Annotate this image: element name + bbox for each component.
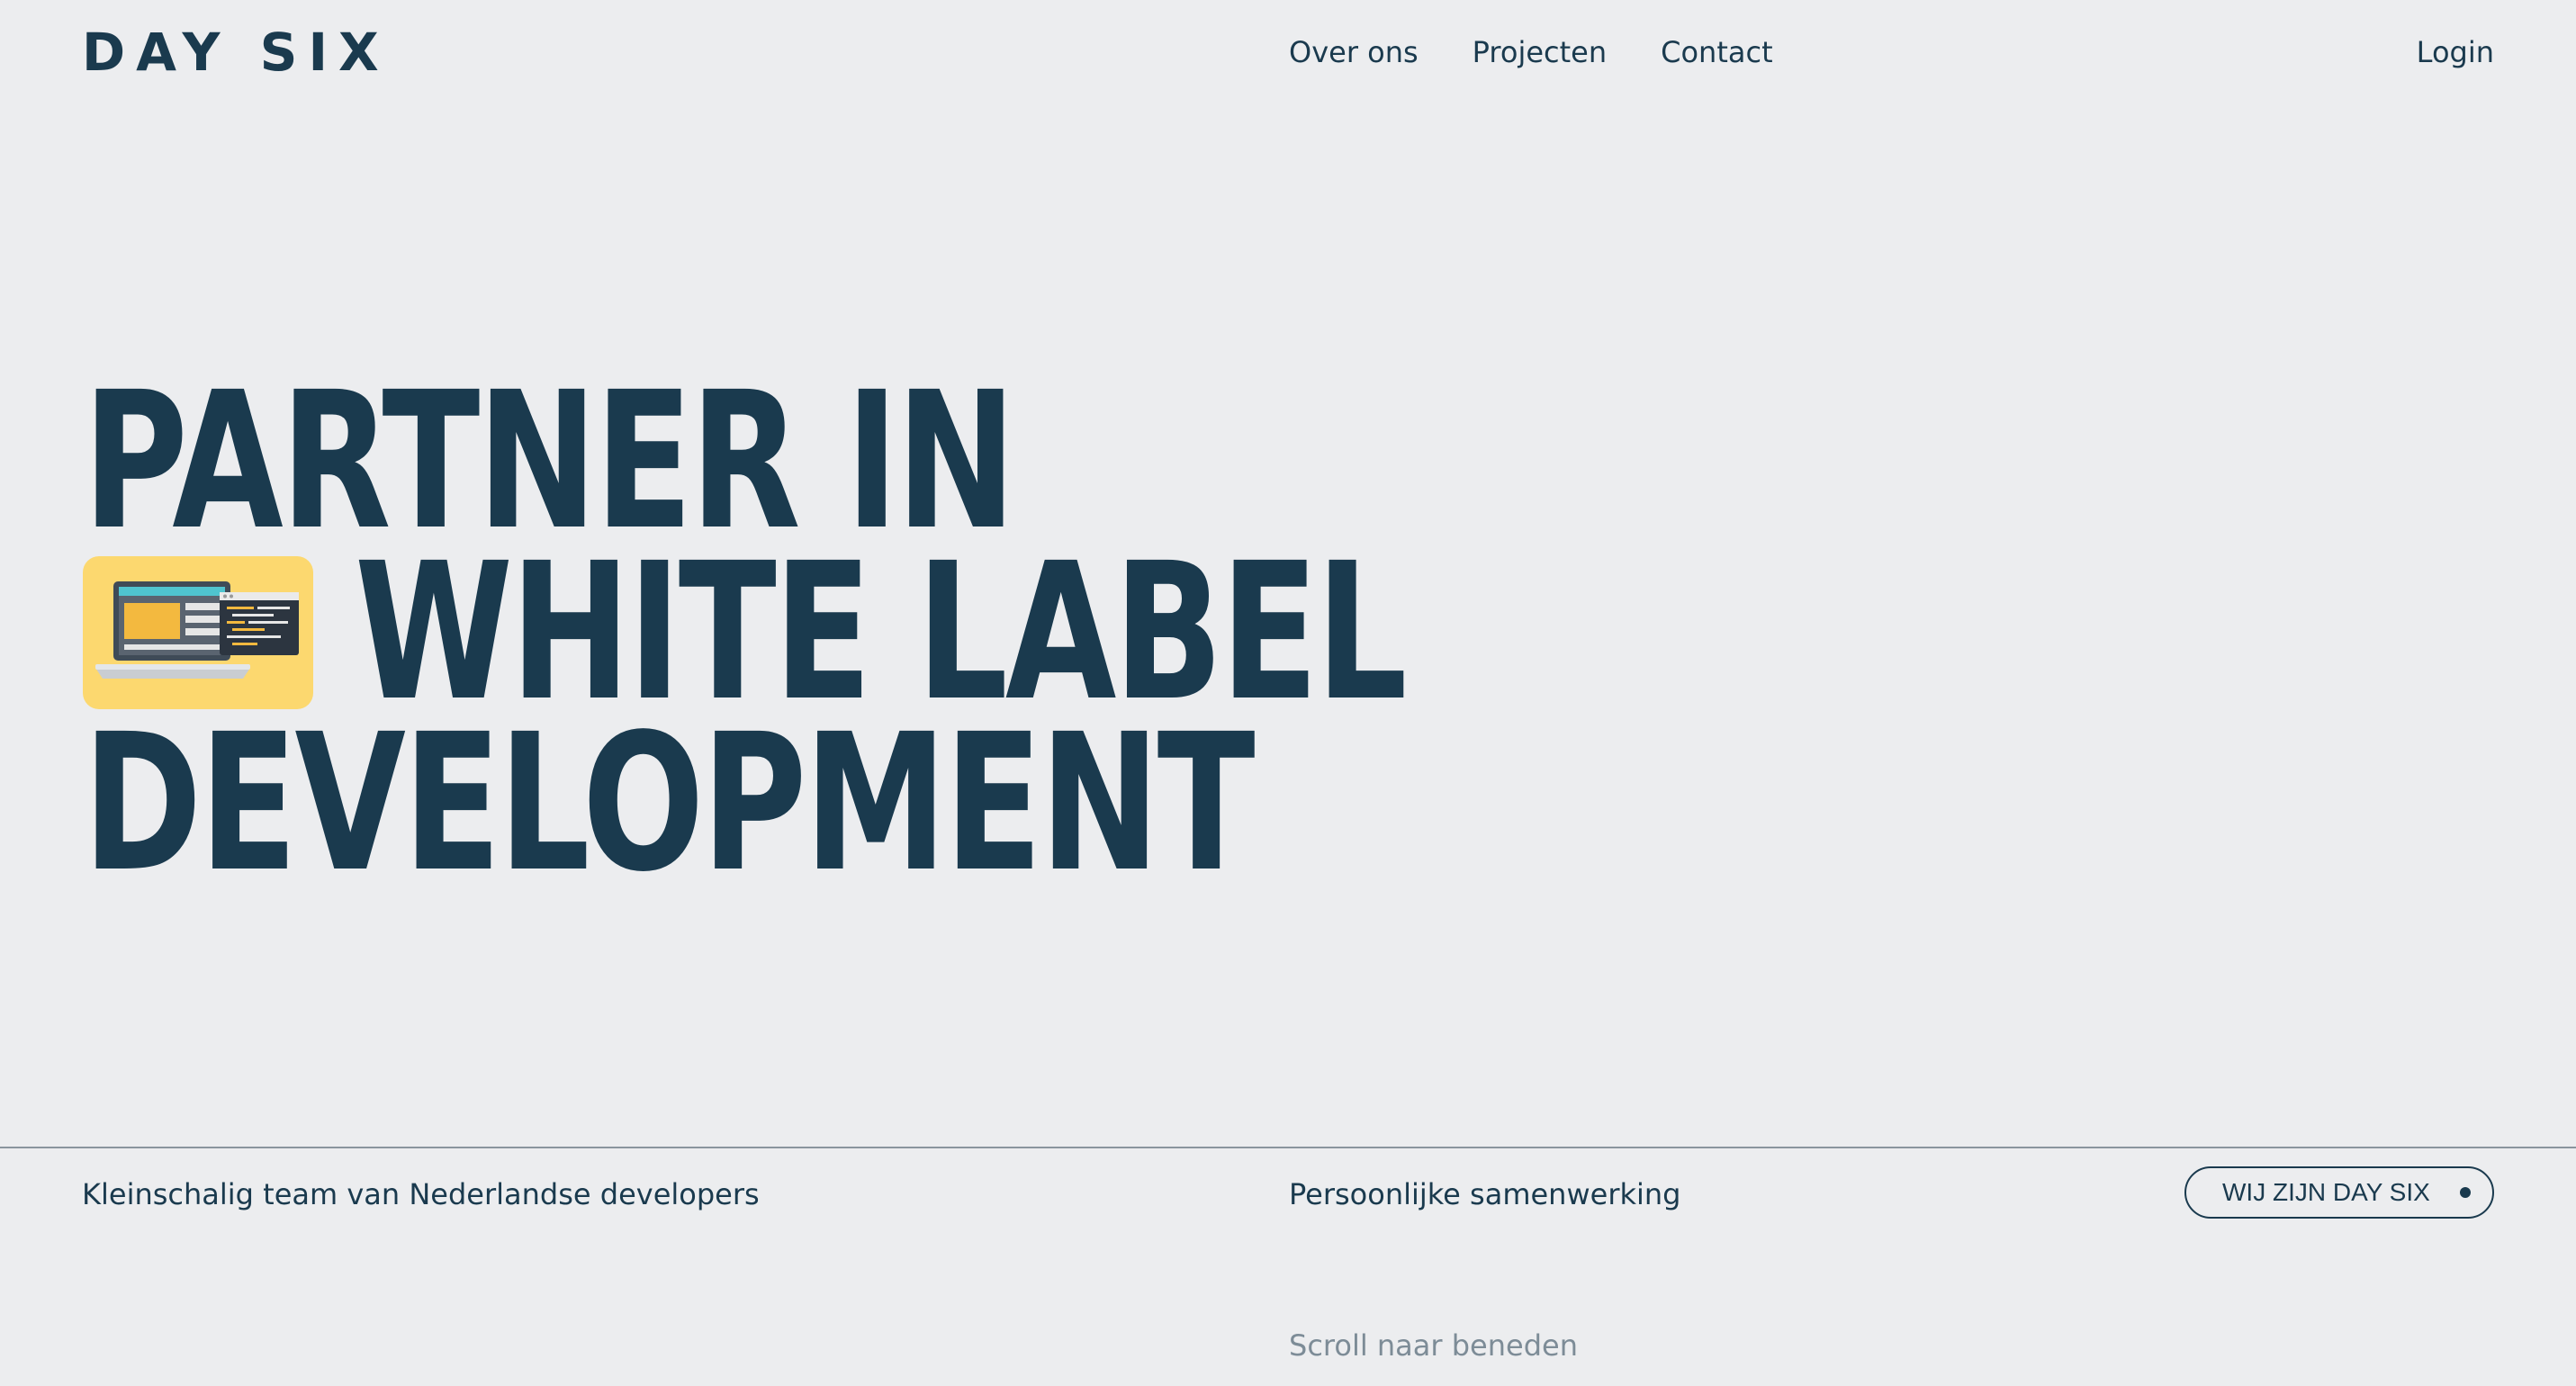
section-divider: [0, 1147, 2576, 1148]
logo[interactable]: DAY SIX: [82, 26, 390, 78]
dot-icon: [2460, 1187, 2471, 1198]
tagline-team: Kleinschalig team van Nederlandse develo…: [82, 1177, 760, 1211]
about-us-button-label: WIJ ZIJN DAY SIX: [2222, 1178, 2430, 1206]
about-us-button[interactable]: WIJ ZIJN DAY SIX: [2184, 1166, 2494, 1219]
login-link[interactable]: Login: [2417, 32, 2494, 72]
scroll-down-hint[interactable]: Scroll naar beneden: [1289, 1326, 1578, 1365]
tagline-collaboration: Persoonlijke samenwerking: [1289, 1177, 1681, 1211]
hero-heading: PARTNER IN WHITE LABEL DEVELOPMENT: [83, 367, 1736, 914]
laptop-code-icon: [83, 556, 313, 709]
nav-item-over-ons[interactable]: Over ons: [1289, 32, 1419, 72]
nav-item-projecten[interactable]: Projecten: [1473, 32, 1607, 72]
nav-item-contact[interactable]: Contact: [1661, 32, 1773, 72]
hero-line-3: DEVELOPMENT: [83, 693, 1256, 914]
main-nav: Over ons Projecten Contact: [1289, 32, 1773, 72]
